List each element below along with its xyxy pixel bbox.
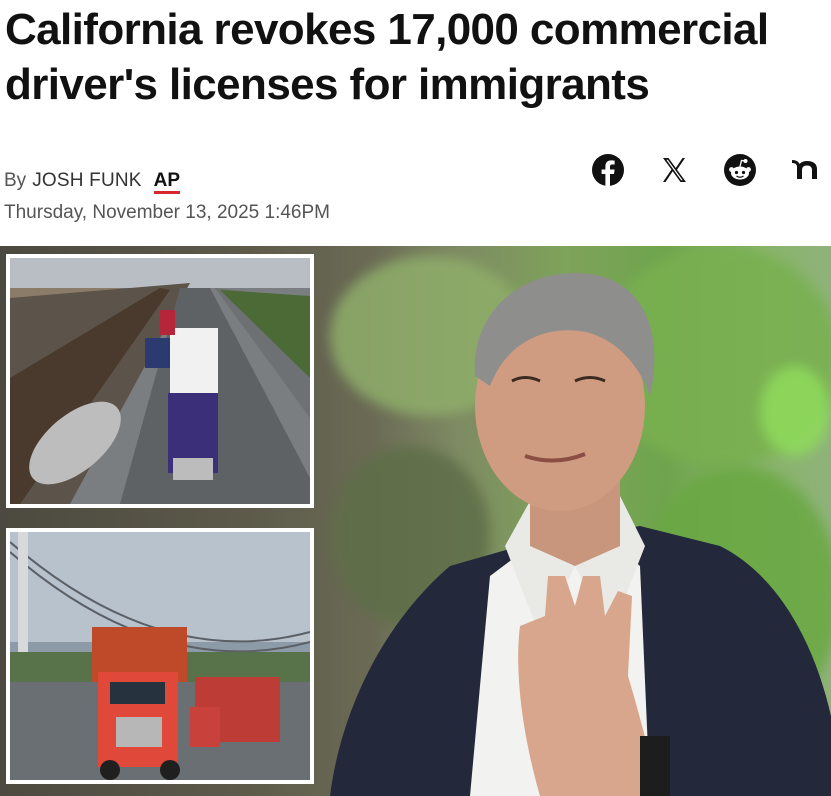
x-icon[interactable]: [657, 153, 691, 187]
article-headline: California revokes 17,000 commercial dri…: [5, 5, 769, 109]
byline-prefix: By: [4, 170, 27, 191]
nextdoor-icon[interactable]: [789, 153, 823, 187]
inset-photo-highway-trucks: [6, 254, 314, 508]
facebook-icon[interactable]: [591, 153, 625, 187]
reddit-icon[interactable]: [723, 153, 757, 187]
byline: By JOSH FUNK AP: [4, 170, 181, 194]
inset-photo-port-trucks: [6, 528, 314, 784]
author-name[interactable]: JOSH FUNK: [32, 170, 141, 192]
share-bar: [591, 153, 823, 187]
publish-date: Thursday, November 13, 2025 1:46PM: [4, 202, 330, 223]
agency-logo: AP: [153, 171, 181, 194]
